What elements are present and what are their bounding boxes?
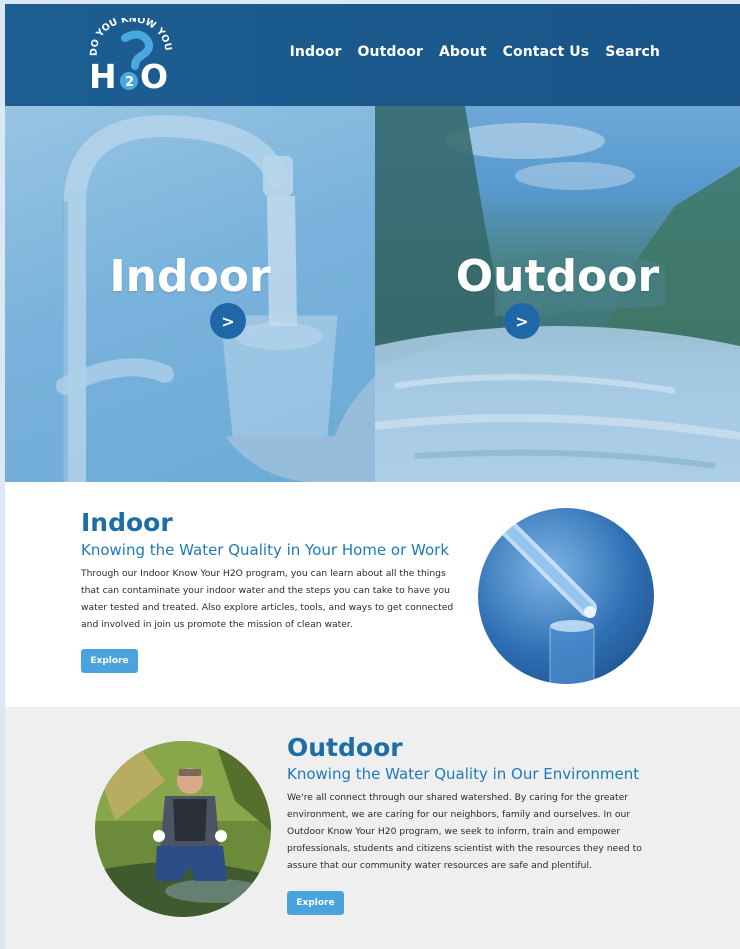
nav-about[interactable]: About bbox=[439, 44, 487, 60]
indoor-body: Through our Indoor Know Your H2O program… bbox=[81, 568, 454, 630]
nav-search[interactable]: Search bbox=[605, 44, 660, 60]
indoor-section: Indoor Knowing the Water Quality in Your… bbox=[5, 482, 740, 707]
hero-outdoor-title: Outdoor bbox=[455, 251, 660, 302]
main-nav: Indoor Outdoor About Contact Us Search bbox=[290, 44, 660, 60]
nav-outdoor[interactable]: Outdoor bbox=[358, 44, 423, 60]
hero-banner: Indoor > Outdoor > bbox=[5, 106, 740, 482]
nav-contact-us[interactable]: Contact Us bbox=[503, 44, 590, 60]
hero-indoor-title: Indoor bbox=[109, 251, 271, 302]
nav-indoor[interactable]: Indoor bbox=[290, 44, 342, 60]
test-tube-image bbox=[478, 508, 654, 684]
hero-outdoor-panel[interactable]: Outdoor > bbox=[375, 106, 740, 482]
indoor-title: Indoor bbox=[81, 508, 173, 537]
site-header: DO YOU KNOW YOUR H 2 O Indoor Outdoor Ab… bbox=[5, 4, 740, 106]
svg-text:H: H bbox=[89, 57, 117, 93]
outdoor-scientist-photo bbox=[95, 741, 271, 917]
page-frame: DO YOU KNOW YOUR H 2 O Indoor Outdoor Ab… bbox=[5, 4, 740, 949]
h2o-logo-icon: DO YOU KNOW YOUR H 2 O bbox=[81, 10, 173, 96]
site-logo[interactable]: DO YOU KNOW YOUR H 2 O bbox=[81, 10, 185, 96]
outdoor-section: Outdoor Knowing the Water Quality in Our… bbox=[5, 707, 740, 949]
outdoor-subtitle: Knowing the Water Quality in Our Environ… bbox=[287, 765, 640, 783]
svg-text:O: O bbox=[140, 57, 168, 93]
svg-text:2: 2 bbox=[125, 75, 134, 90]
hero-indoor-panel[interactable]: Indoor > bbox=[5, 106, 375, 482]
outdoor-body: We're all connect through our shared wat… bbox=[287, 792, 642, 871]
scientist-stream-image bbox=[95, 741, 271, 917]
outdoor-explore-button[interactable]: Explore bbox=[287, 891, 344, 915]
indoor-lab-photo bbox=[478, 508, 654, 684]
indoor-explore-button[interactable]: Explore bbox=[81, 649, 138, 673]
hero-indoor-arrow-button[interactable]: > bbox=[210, 303, 246, 339]
hero-outdoor-arrow-button[interactable]: > bbox=[504, 303, 540, 339]
indoor-subtitle: Knowing the Water Quality in Your Home o… bbox=[81, 541, 450, 559]
outdoor-title: Outdoor bbox=[287, 733, 403, 762]
